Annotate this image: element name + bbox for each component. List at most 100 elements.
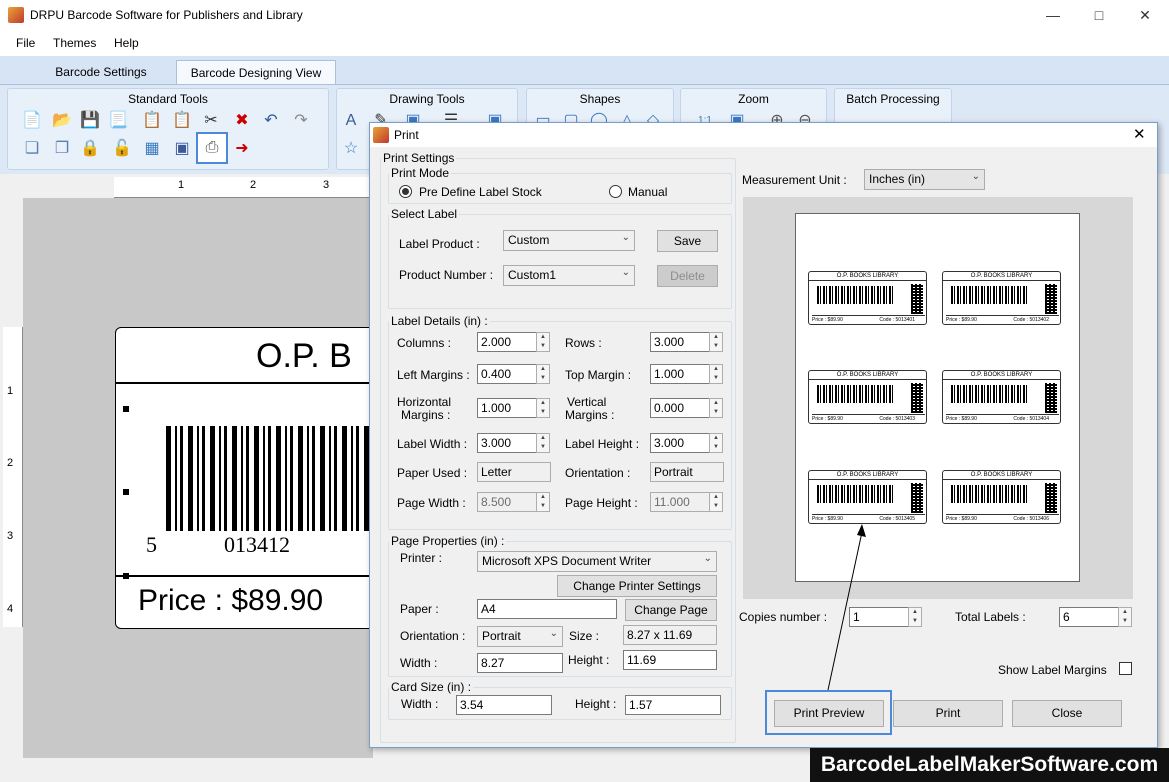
- chevron-down-icon: ⌄: [971, 171, 980, 182]
- lock-icon[interactable]: 🔒: [80, 139, 100, 159]
- top-margin-spinner[interactable]: ▲ ▼: [709, 364, 723, 384]
- close-icon[interactable]: ✕: [1122, 0, 1168, 31]
- new-icon[interactable]: 📄: [22, 111, 42, 131]
- hmargins-label-2: Margins :: [401, 408, 451, 422]
- window-title: DRPU Barcode Software for Publishers and…: [30, 8, 303, 22]
- product-number-select[interactable]: Custom1 ⌄: [503, 265, 635, 286]
- selection-handle[interactable]: [123, 406, 129, 412]
- size-label: Size :: [569, 629, 600, 643]
- measurement-unit-label: Measurement Unit :: [742, 173, 847, 187]
- selection-handle[interactable]: [123, 489, 129, 495]
- left-margins-input[interactable]: 0.400: [477, 364, 537, 384]
- print-button[interactable]: Print: [893, 700, 1003, 727]
- page-orientation-select[interactable]: Portrait ⌄: [477, 626, 563, 647]
- chevron-down-icon: ⌄: [703, 553, 712, 564]
- ruler-number: 2: [250, 179, 257, 191]
- maximize-icon[interactable]: □: [1076, 0, 1122, 31]
- open-icon[interactable]: 📂: [52, 111, 72, 131]
- bring-front-icon[interactable]: ❏: [22, 139, 42, 159]
- barcode-digit-left: 5: [146, 532, 157, 557]
- label-details-legend: Label Details (in) :: [391, 314, 488, 328]
- send-back-icon[interactable]: ❐: [52, 139, 72, 159]
- top-margin-input[interactable]: 1.000: [650, 364, 710, 384]
- tab-barcode-settings[interactable]: Barcode Settings: [40, 60, 162, 84]
- preview-code: Code : 5013406: [1013, 516, 1049, 522]
- text-icon[interactable]: A: [341, 111, 361, 131]
- rows-input[interactable]: 3.000: [650, 332, 710, 352]
- menu-help[interactable]: Help: [114, 36, 139, 50]
- show-margins-checkbox[interactable]: [1119, 662, 1132, 675]
- save-icon[interactable]: 💾: [80, 111, 100, 131]
- barcode-label[interactable]: O.P. B 5 013412 Price : $89.90: [115, 327, 395, 629]
- preview-label: O.P. BOOKS LIBRARY Price : $89.90 Code : 5…: [808, 470, 927, 524]
- cut-icon[interactable]: ✂: [201, 111, 221, 131]
- close-button[interactable]: Close: [1012, 700, 1122, 727]
- label-product-select[interactable]: Custom ⌄: [503, 230, 635, 251]
- printer-select[interactable]: Microsoft XPS Document Writer ⌄: [477, 551, 717, 572]
- copy-icon[interactable]: 📋: [142, 111, 162, 131]
- label-width-input[interactable]: 3.000: [477, 433, 537, 453]
- card-height-input[interactable]: 1.57: [625, 695, 721, 715]
- copies-label: Copies number :: [739, 610, 828, 624]
- vmargins-input[interactable]: 0.000: [650, 398, 710, 418]
- chevron-down-icon: ⌄: [621, 232, 630, 243]
- manual-radio[interactable]: [609, 185, 622, 198]
- print-icon[interactable]: ⎙: [196, 132, 228, 164]
- card-width-input[interactable]: 3.54: [456, 695, 552, 715]
- predefine-radio[interactable]: [399, 185, 412, 198]
- preview-label: O.P. BOOKS LIBRARY Price : $89.90 Code : 5…: [942, 470, 1061, 524]
- measurement-unit-select[interactable]: Inches (in) ⌄: [864, 169, 985, 190]
- app-icon: [373, 127, 389, 143]
- delete-button[interactable]: Delete: [657, 265, 718, 287]
- grid-icon[interactable]: ▦: [142, 139, 162, 159]
- label-height-spinner[interactable]: ▲ ▼: [709, 433, 723, 453]
- vmargins-spinner[interactable]: ▲ ▼: [709, 398, 723, 418]
- image-icon[interactable]: ▣: [172, 139, 192, 159]
- delete-icon[interactable]: ✖: [232, 111, 252, 131]
- columns-spinner[interactable]: ▲ ▼: [536, 332, 550, 352]
- label-width-label: Label Width :: [397, 437, 468, 451]
- page-width-prop-input[interactable]: 8.27: [477, 653, 563, 673]
- preview-qr: [911, 284, 923, 314]
- exit-icon[interactable]: ➜: [232, 139, 252, 159]
- preview-price: Price : $89.90: [946, 516, 977, 522]
- dialog-close-icon[interactable]: ✕: [1133, 125, 1146, 143]
- label-height-input[interactable]: 3.000: [650, 433, 710, 453]
- preview-label-title: O.P. BOOKS LIBRARY: [809, 272, 926, 281]
- columns-input[interactable]: 2.000: [477, 332, 537, 352]
- minimize-icon[interactable]: —: [1030, 0, 1076, 31]
- product-number-label: Product Number :: [399, 268, 494, 282]
- change-page-button[interactable]: Change Page: [625, 599, 717, 621]
- page-height-prop-input[interactable]: 11.69: [623, 650, 717, 670]
- preview-qr: [1045, 483, 1057, 513]
- save-button[interactable]: Save: [657, 230, 718, 252]
- save-as-icon[interactable]: 📃: [108, 111, 128, 131]
- hmargins-spinner[interactable]: ▲ ▼: [536, 398, 550, 418]
- change-printer-settings-button[interactable]: Change Printer Settings: [557, 575, 717, 597]
- paper-used-field: Letter: [477, 462, 551, 482]
- paper-input[interactable]: A4: [477, 599, 617, 619]
- copies-spinner[interactable]: ▲ ▼: [908, 607, 922, 627]
- preview-qr: [1045, 383, 1057, 413]
- preview-label-title: O.P. BOOKS LIBRARY: [809, 371, 926, 380]
- undo-icon[interactable]: ↶: [261, 111, 281, 131]
- left-margins-spinner[interactable]: ▲ ▼: [536, 364, 550, 384]
- rows-spinner[interactable]: ▲ ▼: [709, 332, 723, 352]
- total-labels-input[interactable]: 6: [1059, 607, 1119, 627]
- star-icon[interactable]: ☆: [341, 139, 361, 159]
- paste-icon[interactable]: 📋: [172, 111, 192, 131]
- select-label-group: Select Label: [388, 207, 732, 309]
- preview-barcode: [951, 485, 1029, 503]
- label-width-spinner[interactable]: ▲ ▼: [536, 433, 550, 453]
- printer-label: Printer :: [400, 551, 443, 565]
- hmargins-input[interactable]: 1.000: [477, 398, 537, 418]
- preview-label-title: O.P. BOOKS LIBRARY: [943, 471, 1060, 480]
- redo-icon[interactable]: ↷: [291, 111, 311, 131]
- total-labels-spinner[interactable]: ▲ ▼: [1118, 607, 1132, 627]
- manual-label: Manual: [628, 185, 668, 199]
- unlock-icon[interactable]: 🔓: [112, 139, 132, 159]
- vertical-ruler: 1 2 3 4: [3, 327, 23, 627]
- menu-file[interactable]: File: [16, 36, 35, 50]
- menu-themes[interactable]: Themes: [53, 36, 96, 50]
- tab-barcode-designing-view[interactable]: Barcode Designing View: [176, 60, 336, 84]
